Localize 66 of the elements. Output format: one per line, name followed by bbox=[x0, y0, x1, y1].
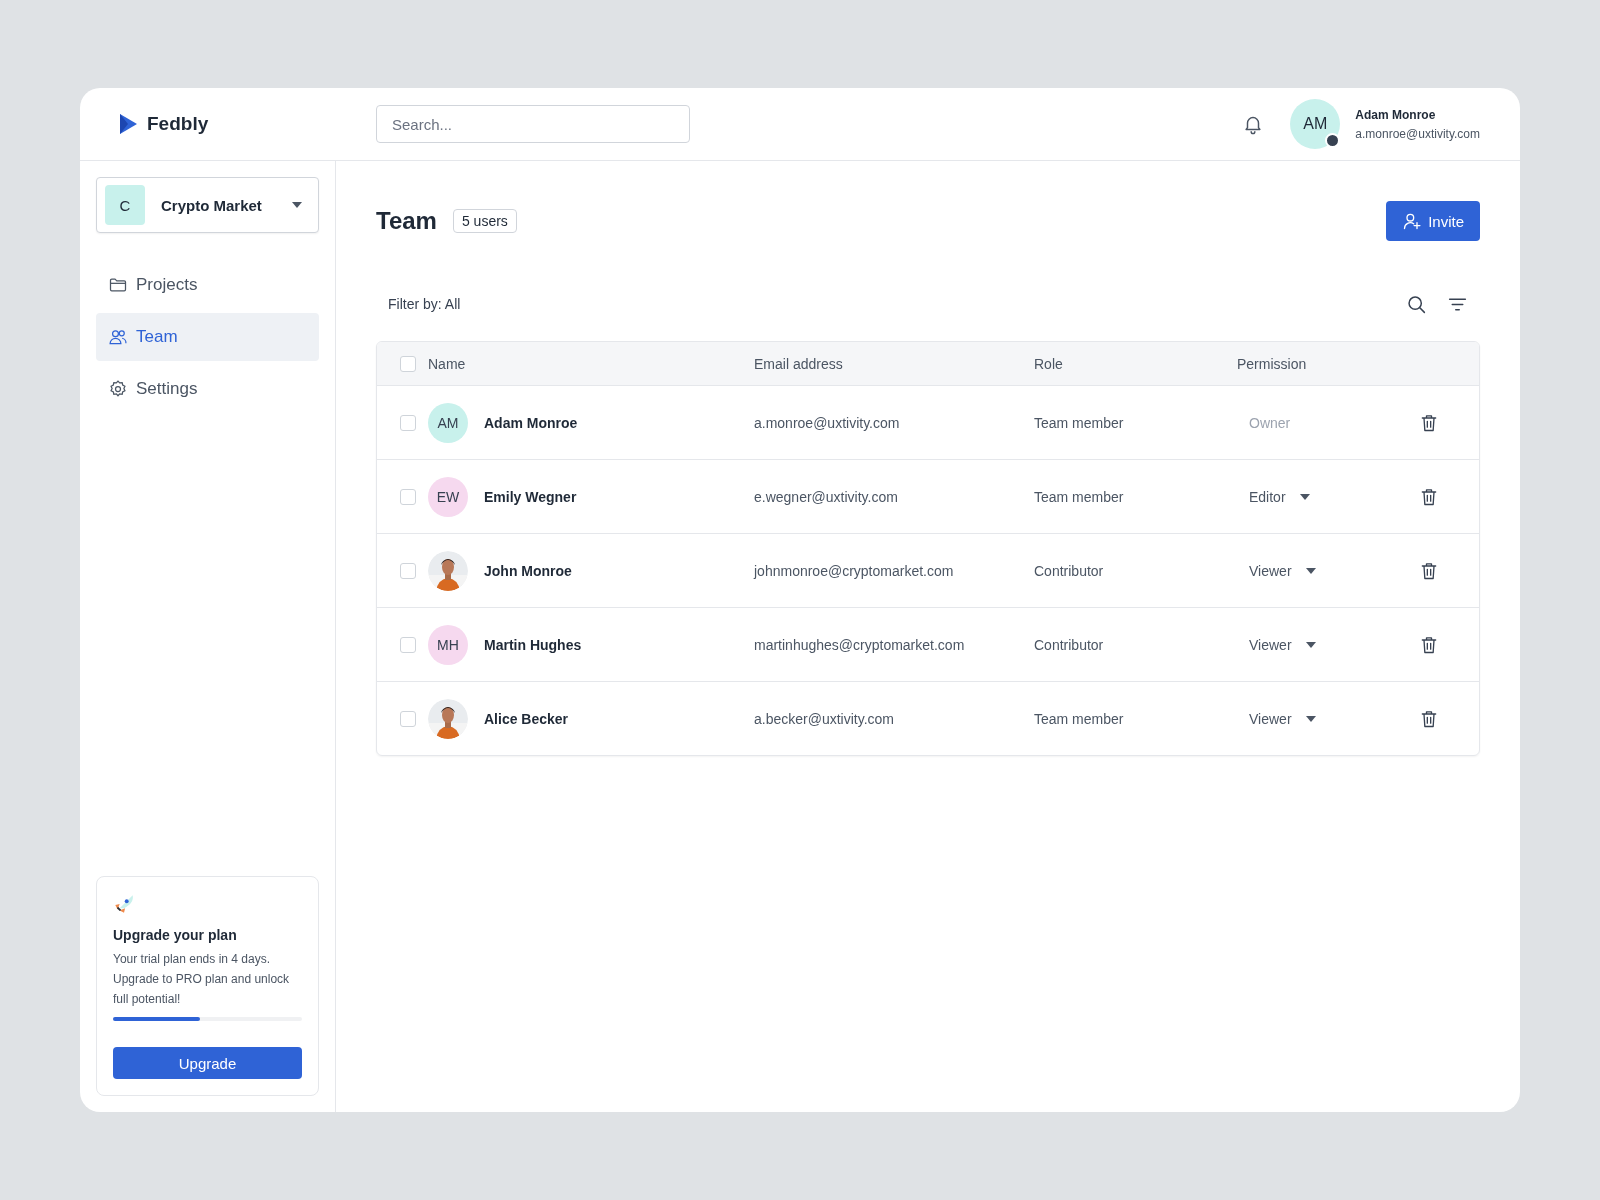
column-header: Permission bbox=[1237, 355, 1308, 372]
search-field[interactable]: Search... bbox=[376, 105, 690, 143]
role-cell-text: Team member bbox=[1034, 414, 1125, 431]
email-cell-text: a.becker@uxtivity.com bbox=[754, 710, 895, 727]
caret-icon bbox=[1305, 567, 1316, 574]
column-header: Email address bbox=[754, 355, 844, 372]
checkbox[interactable] bbox=[400, 562, 416, 579]
caret-icon bbox=[292, 202, 302, 208]
user-name: Adam Monroe bbox=[1355, 107, 1437, 122]
checkbox[interactable] bbox=[400, 636, 416, 653]
sidebar-item[interactable]: Settings bbox=[96, 365, 319, 413]
caret-icon bbox=[1299, 493, 1310, 500]
user-count: 5 users bbox=[452, 209, 517, 233]
add-user-icon bbox=[1402, 211, 1423, 231]
member-name: John Monroe bbox=[484, 562, 572, 579]
column-header: Role bbox=[1034, 355, 1064, 372]
checkbox[interactable] bbox=[400, 488, 416, 505]
column-header: Name bbox=[428, 355, 467, 372]
email-cell-text: a.monroe@uxtivity.com bbox=[754, 414, 901, 431]
workspace-name: Crypto Market bbox=[161, 196, 263, 214]
avatar: EW bbox=[428, 476, 468, 517]
permission-dropdown[interactable]: Viewer bbox=[1249, 562, 1316, 579]
search-icon[interactable] bbox=[1406, 293, 1427, 315]
workspace-selector[interactable]: C Crypto Market bbox=[96, 177, 319, 233]
trash-icon[interactable] bbox=[1419, 708, 1439, 729]
member-name: Emily Wegner bbox=[484, 488, 577, 505]
upgrade-button[interactable]: Upgrade bbox=[113, 1047, 302, 1079]
trash-icon[interactable] bbox=[1419, 412, 1439, 433]
email-cell-text: johnmonroe@cryptomarket.com bbox=[754, 562, 955, 579]
permission-dropdown[interactable]: Viewer bbox=[1249, 636, 1316, 653]
filter-label[interactable]: Filter by: All bbox=[388, 296, 461, 312]
member-name: Adam Monroe bbox=[484, 414, 578, 431]
brand-name: Fedbly bbox=[147, 113, 209, 135]
workspace-initial: C bbox=[105, 185, 145, 225]
permission-label: Owner bbox=[1249, 414, 1291, 431]
caret-icon bbox=[1305, 715, 1316, 722]
sidebar-item[interactable]: Team bbox=[96, 313, 319, 361]
avatar: AM bbox=[428, 402, 468, 443]
role-cell-text: Contributor bbox=[1034, 562, 1105, 579]
upgrade-text: Your trial plan ends in 4 days. Upgrade to PRO plan and unlock full potential! bbox=[113, 951, 291, 1008]
trash-icon[interactable] bbox=[1419, 486, 1439, 507]
permission-dropdown[interactable]: Editor bbox=[1249, 488, 1310, 505]
user-email: a.monroe@uxtivity.com bbox=[1355, 126, 1480, 141]
trash-icon[interactable] bbox=[1419, 634, 1439, 655]
upgrade-title: Upgrade your plan bbox=[113, 927, 238, 943]
role-cell-text: Team member bbox=[1034, 710, 1125, 727]
role-cell-text: Contributor bbox=[1034, 636, 1105, 653]
sidebar-item[interactable]: Projects bbox=[96, 261, 319, 309]
invite-button[interactable]: Invite bbox=[1386, 201, 1480, 241]
avatar: MH bbox=[428, 624, 468, 665]
role-cell-text: Team member bbox=[1034, 488, 1125, 505]
member-name: Alice Becker bbox=[484, 710, 569, 727]
email-cell-text: martinhughes@cryptomarket.com bbox=[754, 636, 966, 653]
member-name: Martin Hughes bbox=[484, 636, 582, 653]
page-title: Team bbox=[376, 207, 437, 235]
checkbox[interactable] bbox=[400, 710, 416, 727]
email-cell-text: e.wegner@uxtivity.com bbox=[754, 488, 899, 505]
caret-icon bbox=[1305, 641, 1316, 648]
people-icon bbox=[108, 327, 128, 347]
checkbox[interactable] bbox=[400, 355, 416, 372]
checkbox[interactable] bbox=[400, 414, 416, 431]
gear-icon bbox=[108, 379, 128, 399]
permission-dropdown[interactable]: Viewer bbox=[1249, 710, 1316, 727]
trash-icon[interactable] bbox=[1419, 560, 1439, 581]
user-avatar[interactable]: AM bbox=[1290, 99, 1341, 149]
logo-icon bbox=[118, 113, 138, 135]
